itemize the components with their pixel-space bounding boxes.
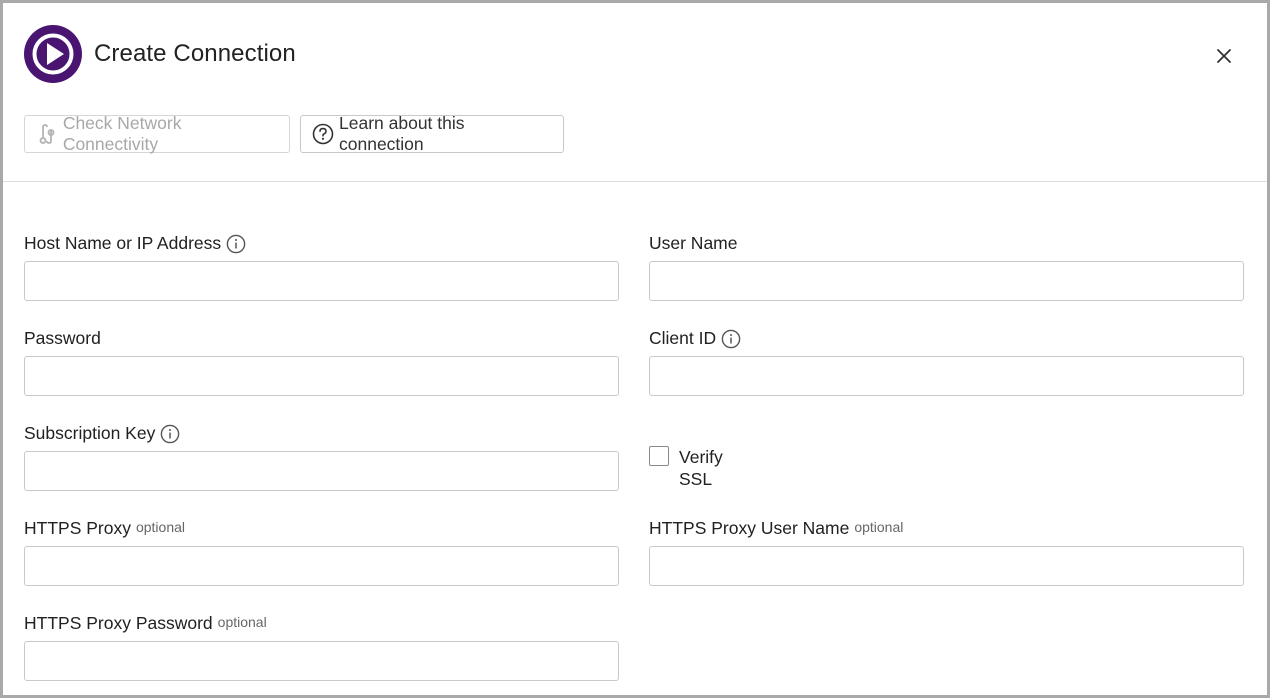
client-id-label-text: Client ID xyxy=(649,328,717,348)
dialog-title: Create Connection xyxy=(94,40,296,67)
username-label: User Name xyxy=(649,233,738,254)
optional-tag: optional xyxy=(854,518,904,535)
password-label-text: Password xyxy=(24,328,101,348)
https-proxy-label-text: HTTPS Proxy xyxy=(24,518,131,538)
verify-ssl-checkbox[interactable] xyxy=(649,446,669,466)
host-label-text: Host Name or IP Address xyxy=(24,233,222,253)
https-proxy-user-label: HTTPS Proxy User Name optional xyxy=(649,518,903,539)
question-circle-icon xyxy=(311,122,335,146)
app-logo xyxy=(24,25,82,83)
https-proxy-input[interactable] xyxy=(24,546,619,586)
optional-tag: optional xyxy=(135,518,186,535)
learn-about-connection-button[interactable]: Learn about this connection xyxy=(300,113,564,154)
learn-label: Learn about this connection xyxy=(339,113,465,154)
client-id-label: Client ID xyxy=(649,328,741,349)
info-icon[interactable] xyxy=(226,234,246,254)
username-input[interactable] xyxy=(649,261,1244,301)
https-proxy-label: HTTPS Proxy optional xyxy=(24,518,185,539)
client-id-input[interactable] xyxy=(649,356,1244,396)
subscription-key-label-text: Subscription Key xyxy=(24,423,156,443)
optional-tag: optional xyxy=(217,613,267,630)
check-network-label: Check Network Connectivity xyxy=(62,113,182,154)
info-icon[interactable] xyxy=(160,424,180,444)
https-proxy-user-label-text: HTTPS Proxy User Name xyxy=(649,518,850,538)
subscription-key-input[interactable] xyxy=(24,451,619,491)
password-label: Password xyxy=(24,328,101,349)
https-proxy-password-label: HTTPS Proxy Password optional xyxy=(24,613,267,634)
verify-ssl-label[interactable]: Verify SSL xyxy=(679,446,723,490)
host-input[interactable] xyxy=(24,261,619,301)
network-check-icon xyxy=(35,122,59,146)
host-label: Host Name or IP Address xyxy=(24,233,246,254)
https-proxy-password-label-text: HTTPS Proxy Password xyxy=(24,613,213,633)
info-icon[interactable] xyxy=(721,329,741,349)
https-proxy-user-input[interactable] xyxy=(649,546,1244,586)
subscription-key-label: Subscription Key xyxy=(24,423,180,444)
play-logo-icon xyxy=(32,33,74,75)
username-label-text: User Name xyxy=(649,233,738,253)
create-connection-dialog: Create Connection Check Network Connecti… xyxy=(0,0,1270,698)
dialog-header: Create Connection Check Network Connecti… xyxy=(3,3,1267,182)
password-input[interactable] xyxy=(24,356,619,396)
close-button[interactable] xyxy=(1211,43,1237,69)
close-icon xyxy=(1217,49,1231,63)
check-network-connectivity-button[interactable]: Check Network Connectivity xyxy=(24,113,290,154)
https-proxy-password-input[interactable] xyxy=(24,641,619,681)
